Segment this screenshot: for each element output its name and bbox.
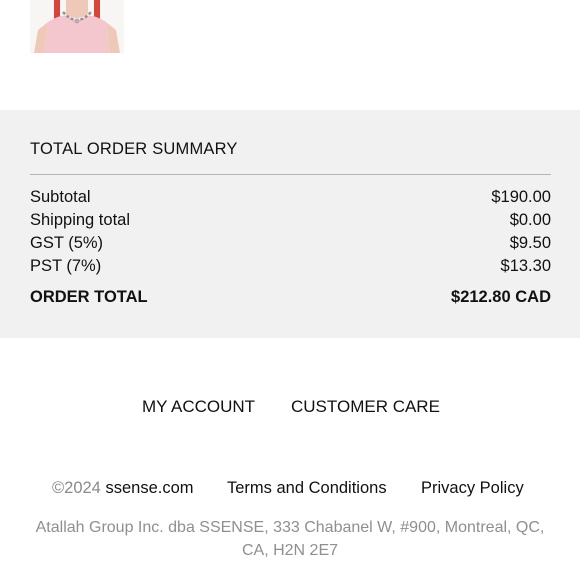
copyright-year: ©2024 bbox=[52, 479, 101, 497]
summary-row-gst: GST (5%) $9.50 bbox=[30, 234, 551, 256]
summary-row-subtotal: Subtotal $190.00 bbox=[30, 188, 551, 210]
privacy-link[interactable]: Privacy Policy bbox=[421, 479, 524, 498]
order-summary-title: TOTAL ORDER SUMMARY bbox=[30, 140, 238, 158]
address-line-2: CA, H2N 2E7 bbox=[241, 542, 339, 559]
order-total-label: ORDER TOTAL bbox=[30, 288, 148, 306]
site-link[interactable]: ssense.com bbox=[105, 479, 193, 497]
summary-row-pst: PST (7%) $13.30 bbox=[30, 257, 551, 279]
summary-row-label: Shipping total bbox=[30, 211, 130, 229]
my-account-link[interactable]: MY ACCOUNT bbox=[142, 397, 255, 417]
summary-row-value: $9.50 bbox=[509, 234, 551, 252]
customer-care-link[interactable]: CUSTOMER CARE bbox=[291, 397, 440, 417]
summary-row-value: $13.30 bbox=[500, 257, 551, 275]
summary-row-shipping: Shipping total $0.00 bbox=[30, 211, 551, 233]
address-line-1: Atallah Group Inc. dba SSENSE, 333 Chaba… bbox=[35, 519, 545, 536]
summary-row-value: $0.00 bbox=[509, 211, 551, 229]
summary-row-order-total: ORDER TOTAL $212.80 CAD bbox=[30, 288, 551, 310]
summary-row-label: Subtotal bbox=[30, 188, 91, 206]
summary-row-value: $190.00 bbox=[491, 188, 551, 206]
summary-row-label: PST (7%) bbox=[30, 257, 102, 275]
company-address: Atallah Group Inc. dba SSENSE, 333 Chaba… bbox=[0, 516, 580, 562]
order-total-value: $212.80 CAD bbox=[451, 288, 551, 306]
terms-link[interactable]: Terms and Conditions bbox=[227, 479, 387, 498]
order-summary-divider bbox=[30, 174, 551, 175]
product-thumbnail[interactable] bbox=[30, 0, 124, 53]
summary-row-label: GST (5%) bbox=[30, 234, 104, 252]
product-image bbox=[30, 0, 124, 53]
copyright: ©2024 ssense.com bbox=[52, 479, 194, 498]
